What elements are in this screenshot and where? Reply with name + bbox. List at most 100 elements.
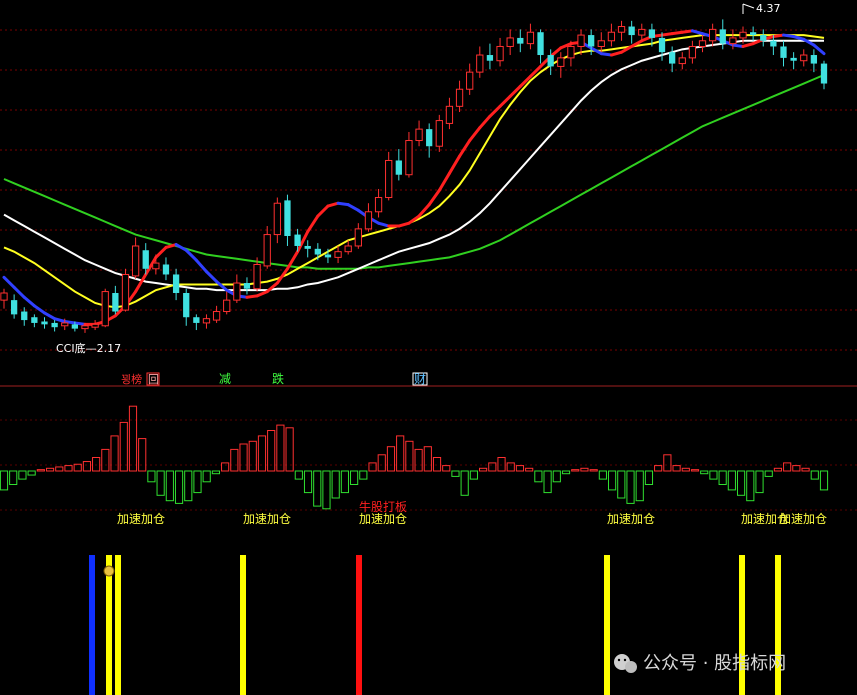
candle-body xyxy=(617,26,626,33)
histogram-bar xyxy=(460,470,469,496)
candle-body xyxy=(790,57,797,61)
histogram-bar xyxy=(644,470,654,485)
histogram-bar xyxy=(303,470,313,494)
low-price-label: CCI底—2.17 xyxy=(56,341,121,355)
ma-segment xyxy=(447,154,462,175)
histogram-bar xyxy=(525,467,534,472)
candle-body xyxy=(51,322,58,328)
ma-segment xyxy=(12,285,26,299)
ma-segment xyxy=(427,188,441,207)
histogram-bar xyxy=(810,470,819,480)
candle-body xyxy=(506,37,514,47)
candle-body xyxy=(162,264,170,275)
candle-body xyxy=(435,120,443,147)
histogram-bar xyxy=(506,462,515,472)
candle-body xyxy=(31,317,38,323)
candle-body xyxy=(273,202,281,236)
histogram-bar xyxy=(36,469,45,472)
histogram-bar xyxy=(101,448,110,472)
candle-body xyxy=(749,32,757,36)
candle-body xyxy=(476,54,484,73)
histogram-bar xyxy=(727,470,736,491)
ma-segment xyxy=(346,203,360,212)
ma-line xyxy=(3,34,825,309)
histogram-bar xyxy=(64,465,73,472)
signal-bar xyxy=(604,555,610,695)
ma-segment xyxy=(782,33,796,38)
histogram-bar xyxy=(589,469,598,472)
histogram-bar xyxy=(239,443,248,472)
tag-4: 跌 xyxy=(272,371,284,386)
ma-segment xyxy=(670,30,684,36)
annotation-1: 加速加仓 xyxy=(117,512,165,526)
candle-body xyxy=(212,311,221,321)
signal-bar xyxy=(739,555,745,695)
candle-body xyxy=(658,37,666,53)
candle-body xyxy=(243,283,251,289)
histogram-bar xyxy=(571,469,580,472)
candle-body xyxy=(364,211,373,230)
candle-body xyxy=(426,129,433,147)
candle-body xyxy=(688,45,697,59)
candle-body xyxy=(678,57,686,65)
high-marker: 4.37 xyxy=(742,2,781,15)
histogram-bar xyxy=(672,465,681,472)
candle-body xyxy=(324,254,332,258)
indicator-histogram xyxy=(0,405,829,510)
ma-segment xyxy=(488,104,502,118)
histogram-bar xyxy=(432,457,442,472)
ma-segment xyxy=(741,42,755,48)
ma-segment xyxy=(53,317,67,323)
annotation-4: 牛股打板 xyxy=(359,499,407,514)
candle-body xyxy=(729,37,737,45)
histogram-bar xyxy=(27,470,36,476)
histogram-bar xyxy=(488,462,497,472)
histogram-bar xyxy=(515,465,525,472)
histogram-bar xyxy=(257,435,267,472)
ma-segment xyxy=(316,204,330,218)
histogram-bar xyxy=(147,470,156,483)
histogram-bar xyxy=(801,467,810,472)
annotation-2: 加速加仓 xyxy=(243,512,291,526)
histogram-bar xyxy=(377,454,386,472)
ma-segment xyxy=(792,35,806,41)
candle-body xyxy=(354,228,362,247)
candle-body xyxy=(71,324,79,329)
candle-body xyxy=(415,128,423,142)
candle-body xyxy=(486,55,494,61)
annotation-5: 加速加仓 xyxy=(607,512,655,526)
ma-segment xyxy=(397,221,411,228)
histogram-bar xyxy=(681,467,690,472)
candle-body xyxy=(760,35,767,41)
histogram-bar xyxy=(783,462,792,472)
ma-segment xyxy=(609,50,624,57)
histogram-bar xyxy=(322,470,331,510)
histogram-bar xyxy=(792,465,801,472)
wechat-icon xyxy=(614,654,637,673)
candle-body xyxy=(607,31,616,42)
ma-segment xyxy=(377,221,391,228)
high-price-label: 4.37 xyxy=(756,2,781,15)
histogram-bar xyxy=(700,470,709,475)
candle-body xyxy=(385,159,393,199)
histogram-bar xyxy=(663,454,672,472)
ma-segment xyxy=(204,270,219,284)
histogram-bar xyxy=(359,470,368,480)
ma-segment xyxy=(599,52,613,57)
candle-body xyxy=(131,245,140,277)
candle-body xyxy=(800,54,808,62)
candle-body xyxy=(10,300,18,315)
candle-body xyxy=(810,55,818,64)
ma-segment xyxy=(73,321,87,326)
histogram-bar xyxy=(202,470,211,483)
stock-chart: 4.37 CCI底—2.17 꾕榜 回 减 跌 财 加速加仓 加速加仓 加速加仓… xyxy=(0,2,857,695)
histogram-bar xyxy=(755,470,764,494)
candle-body xyxy=(628,26,635,36)
histogram-bar xyxy=(193,470,202,494)
candle-body xyxy=(21,311,28,321)
histogram-bar xyxy=(138,438,147,472)
candle-body xyxy=(517,37,524,44)
histogram-bar xyxy=(709,470,718,480)
histogram-bar xyxy=(82,461,92,472)
histogram-bar xyxy=(55,466,64,472)
